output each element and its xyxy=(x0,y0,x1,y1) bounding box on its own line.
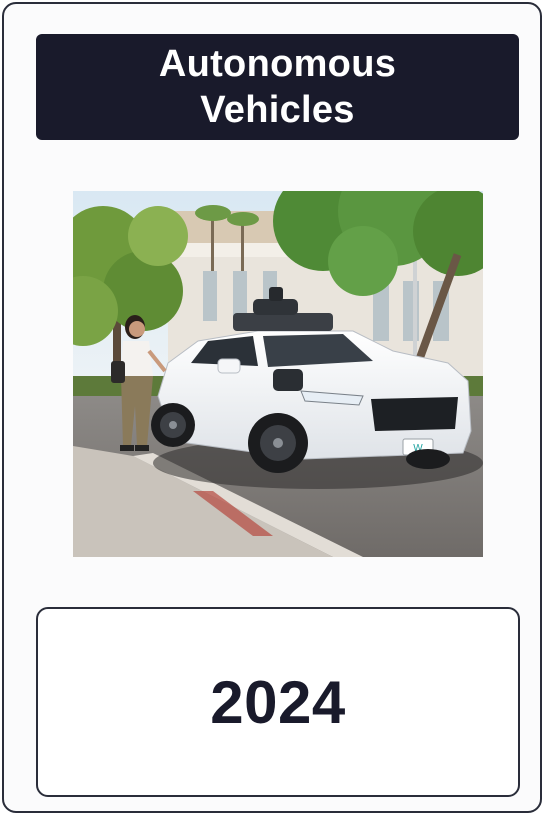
vehicle-photo: W xyxy=(73,191,483,557)
rear-wheel xyxy=(151,403,195,447)
vehicle-photo-illustration: W xyxy=(73,191,483,557)
topic-card[interactable]: Autonomous Vehicles W 2024 xyxy=(2,2,542,813)
year-label: 2024 xyxy=(210,668,346,736)
title-banner: Autonomous Vehicles xyxy=(36,34,519,140)
year-box: 2024 xyxy=(36,607,520,797)
card-title: Autonomous Vehicles xyxy=(158,43,397,131)
far-wheel xyxy=(406,449,450,469)
front-wheel xyxy=(248,413,308,473)
